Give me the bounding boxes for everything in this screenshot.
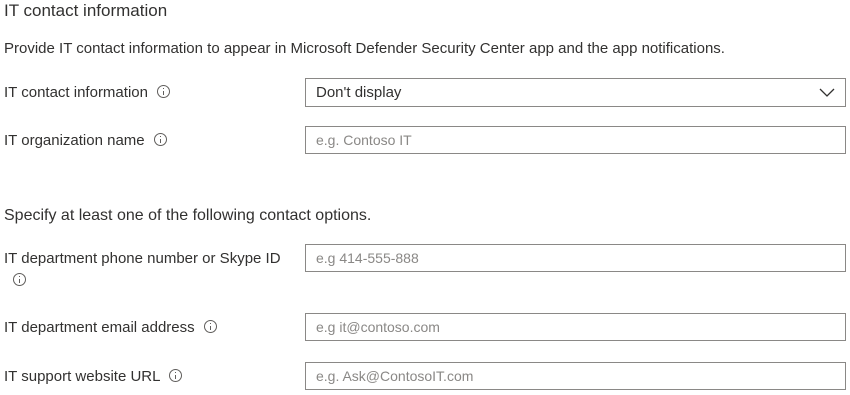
website-label-group: IT support website URL: [4, 366, 183, 388]
section-title: IT contact information: [4, 1, 168, 20]
info-icon[interactable]: [13, 273, 26, 286]
info-icon[interactable]: [203, 320, 217, 333]
phone-label: IT department phone number or Skype ID: [4, 250, 281, 267]
info-icon[interactable]: [156, 85, 170, 98]
chevron-down-icon: [819, 88, 835, 97]
email-label-group: IT department email address: [4, 317, 217, 339]
info-icon[interactable]: [169, 369, 183, 382]
contact-info-selected-value: Don't display: [316, 84, 402, 101]
contact-info-label-group: IT contact information: [4, 82, 170, 104]
website-label: IT support website URL: [4, 368, 161, 385]
contact-info-dropdown[interactable]: Don't display: [305, 78, 846, 107]
email-label: IT department email address: [4, 319, 195, 336]
org-name-label: IT organization name: [4, 132, 145, 149]
phone-input[interactable]: [305, 244, 846, 272]
email-input[interactable]: [305, 313, 846, 341]
contact-info-label: IT contact information: [4, 84, 148, 101]
website-input[interactable]: [305, 362, 846, 390]
section-description: Provide IT contact information to appear…: [4, 40, 725, 57]
phone-label-group: IT department phone number or Skype ID: [4, 248, 289, 292]
contact-options-heading: Specify at least one of the following co…: [4, 207, 372, 224]
org-name-label-group: IT organization name: [4, 130, 167, 152]
org-name-input[interactable]: [305, 126, 846, 154]
info-icon[interactable]: [153, 133, 167, 146]
